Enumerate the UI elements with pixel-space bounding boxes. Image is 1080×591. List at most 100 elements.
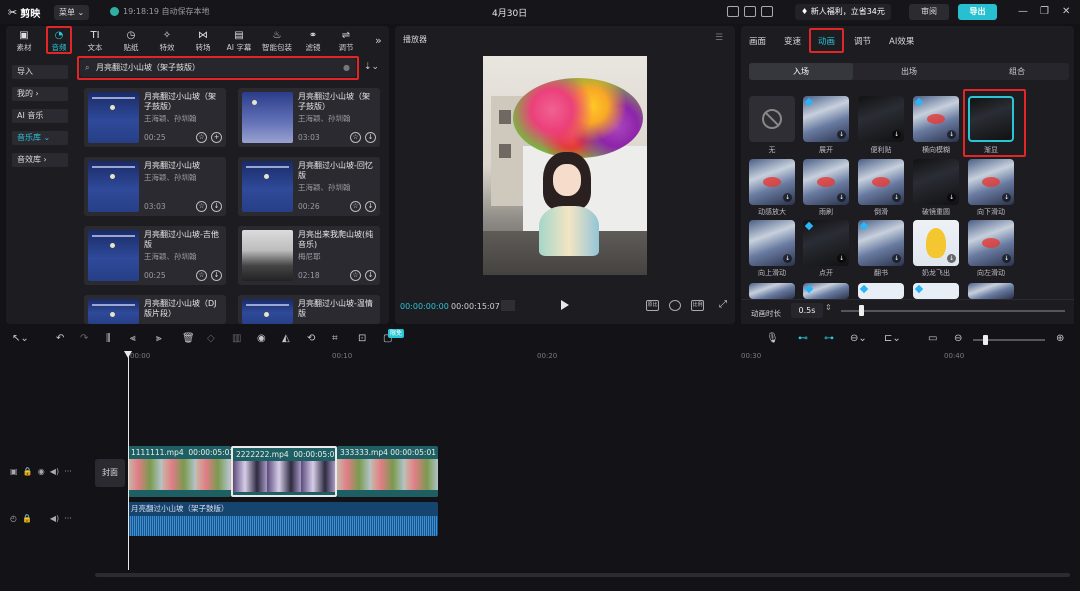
list-item[interactable]: 月亮翻过小山坡（架子鼓版） 王海颖、孙圳翰 00:25 ☆ + xyxy=(84,88,226,147)
tab-adjust[interactable]: ⇌ 调节 xyxy=(328,29,364,55)
rotate-icon[interactable]: ⟲ xyxy=(307,333,315,344)
lock-icon[interactable]: 🔒 xyxy=(22,514,32,523)
link-icon[interactable]: ⊶ xyxy=(824,333,834,344)
animation-item[interactable]: ↓ xyxy=(858,220,904,266)
animation-item[interactable]: ↓ xyxy=(913,159,959,205)
playhead[interactable] xyxy=(128,352,129,570)
animation-item[interactable]: ↓ xyxy=(803,96,849,142)
favorite-icon[interactable]: ☆ xyxy=(350,270,361,281)
subtab-combo[interactable]: 组合 xyxy=(965,63,1069,80)
video-preview[interactable] xyxy=(483,56,647,275)
animation-item[interactable]: ↓ xyxy=(913,96,959,142)
close-icon[interactable]: ✕ xyxy=(1062,6,1070,17)
animation-item[interactable]: ↓ xyxy=(858,96,904,142)
subtab-in[interactable]: 入场 xyxy=(749,63,853,80)
video-clip[interactable]: 1111111.mp4 00:00:05:03 xyxy=(128,446,231,497)
list-item[interactable]: 月亮翻过小山坡-吉他版 王海颖、孙圳翰 00:25 ☆ ↓ xyxy=(84,226,226,285)
filter-sort-icon[interactable]: ⇣⌄ xyxy=(364,62,379,72)
more-icon[interactable]: ··· xyxy=(64,467,72,476)
settings-icon[interactable] xyxy=(761,6,773,17)
time-ruler[interactable]: 00:00 00:10 00:20 00:30 00:40 xyxy=(128,350,1080,364)
favorite-icon[interactable]: ☆ xyxy=(350,132,361,143)
magnet-icon[interactable]: ⊷ xyxy=(798,333,808,344)
timeline-icon[interactable] xyxy=(501,300,515,311)
search-input[interactable]: ⌕ 月亮翻过小山坡（架子鼓版） ● xyxy=(80,58,356,77)
promo-badge[interactable]: ♦ 新人福利，立省34元 xyxy=(795,4,891,20)
animation-item[interactable] xyxy=(858,283,904,299)
tab-filter[interactable]: ⚭ 滤镜 xyxy=(295,29,331,55)
original-ratio-button[interactable]: 原比 xyxy=(646,300,659,311)
audio-track-icon[interactable]: ◴ xyxy=(10,514,17,523)
maximize-icon[interactable]: ❐ xyxy=(1040,6,1049,17)
shield-icon[interactable]: ◇ xyxy=(207,333,215,344)
list-item[interactable]: 月亮翻过小山坡-温情版 xyxy=(238,295,380,324)
eye-icon[interactable]: ◉ xyxy=(38,467,45,476)
delete-icon[interactable]: 🗑 xyxy=(182,333,195,344)
sidebar-item-import[interactable]: 导入 xyxy=(12,65,68,79)
tab-effects[interactable]: ✧ 特效 xyxy=(149,29,185,55)
tab-transition[interactable]: ⋈ 转场 xyxy=(185,29,221,55)
volume-icon[interactable]: ◀) xyxy=(50,467,59,476)
tab-text[interactable]: TI 文本 xyxy=(77,29,113,55)
animation-item[interactable]: ↓ xyxy=(749,220,795,266)
transform-icon[interactable]: ⊡ xyxy=(358,333,366,344)
animation-item[interactable]: ↓ xyxy=(968,220,1014,266)
fullscreen-icon[interactable]: ⤢ xyxy=(719,299,727,310)
download-icon[interactable]: ↓ xyxy=(365,270,376,281)
shortcut-icon[interactable] xyxy=(744,6,756,17)
download-icon[interactable]: ↓ xyxy=(211,270,222,281)
tab-ai-effects[interactable]: AI效果 xyxy=(889,35,914,47)
favorite-icon[interactable]: ☆ xyxy=(196,132,207,143)
track-icon[interactable]: ▣ xyxy=(10,467,18,476)
tab-ai-subtitle[interactable]: ▤ AI 字幕 xyxy=(221,29,257,55)
volume-icon[interactable]: ◀) xyxy=(50,514,59,523)
animation-item[interactable]: ↓ xyxy=(913,220,959,266)
sidebar-item-ai-music[interactable]: AI 音乐 xyxy=(12,109,68,123)
duration-input[interactable]: 0.5s xyxy=(791,303,823,318)
freeze-icon[interactable]: ▥ xyxy=(232,333,241,344)
preview-axis-icon[interactable]: ⊖⌄ xyxy=(850,333,867,344)
download-icon[interactable]: ↓ xyxy=(365,201,376,212)
undo-icon[interactable]: ↶ xyxy=(56,333,64,344)
sidebar-item-mine[interactable]: 我的 › xyxy=(12,87,68,101)
focus-icon[interactable] xyxy=(669,300,681,311)
minimize-icon[interactable]: — xyxy=(1018,6,1028,17)
redo-icon[interactable]: ↷ xyxy=(80,333,88,344)
tab-materials[interactable]: ▣ 素材 xyxy=(6,29,42,55)
animation-item[interactable] xyxy=(803,283,849,299)
favorite-icon[interactable]: ☆ xyxy=(196,270,207,281)
lock-icon[interactable]: 🔒 xyxy=(23,467,33,476)
clear-icon[interactable]: ● xyxy=(343,58,350,77)
animation-item[interactable]: ↓ xyxy=(858,159,904,205)
zoom-handle[interactable] xyxy=(983,335,988,345)
list-item[interactable]: 月亮翻过小山坡（架子鼓版） 王海颖、孙圳翰 03:03 ☆ ↓ xyxy=(238,88,380,147)
tab-canvas[interactable]: 画面 xyxy=(749,35,766,47)
menu-icon[interactable]: ☰ xyxy=(715,33,723,43)
mirror-icon[interactable]: ◭ xyxy=(282,333,290,344)
menu-button[interactable]: 菜单 ⌄ xyxy=(54,5,90,20)
animation-item[interactable]: ↓ xyxy=(803,159,849,205)
alignment-icon[interactable]: ⊏⌄ xyxy=(884,333,901,344)
sidebar-item-music-library[interactable]: 音乐库 ⌄ xyxy=(12,131,68,145)
list-item[interactable]: 月亮出来我爬山坡(纯音乐) 梅尼耶 02:18 ☆ ↓ xyxy=(238,226,380,285)
ratio-icon[interactable]: ▭ xyxy=(928,333,937,344)
stepper-icon[interactable]: ⇕ xyxy=(825,303,832,312)
export-button[interactable]: 导出 xyxy=(958,4,997,20)
tab-sticker[interactable]: ◷ 贴纸 xyxy=(113,29,149,55)
subtab-out[interactable]: 出场 xyxy=(857,63,961,80)
layout-icon[interactable] xyxy=(727,6,739,17)
audio-clip[interactable]: 月亮翻过小山坡（架子鼓版） xyxy=(128,502,438,536)
cover-button[interactable]: 封面 xyxy=(95,459,125,487)
list-item[interactable]: 月亮翻过小山坡-回忆版 王海颖、孙圳翰 00:26 ☆ ↓ xyxy=(238,157,380,216)
animation-item-selected[interactable] xyxy=(968,96,1014,142)
list-item[interactable]: 月亮翻过小山坡 王海颖、孙圳翰 03:03 ☆ ↓ xyxy=(84,157,226,216)
add-icon[interactable]: + xyxy=(211,132,222,143)
animation-item[interactable]: ↓ xyxy=(749,159,795,205)
play-icon[interactable] xyxy=(561,300,569,310)
animation-item[interactable] xyxy=(749,96,795,142)
list-item[interactable]: 月亮翻过小山坡（DJ版片段） xyxy=(84,295,226,324)
duration-slider[interactable] xyxy=(841,310,1065,312)
zoom-out-icon[interactable]: ⊖ xyxy=(954,333,962,344)
zoom-in-icon[interactable]: ⊕ xyxy=(1056,333,1064,344)
tab-animation[interactable]: 动画 xyxy=(818,35,835,47)
